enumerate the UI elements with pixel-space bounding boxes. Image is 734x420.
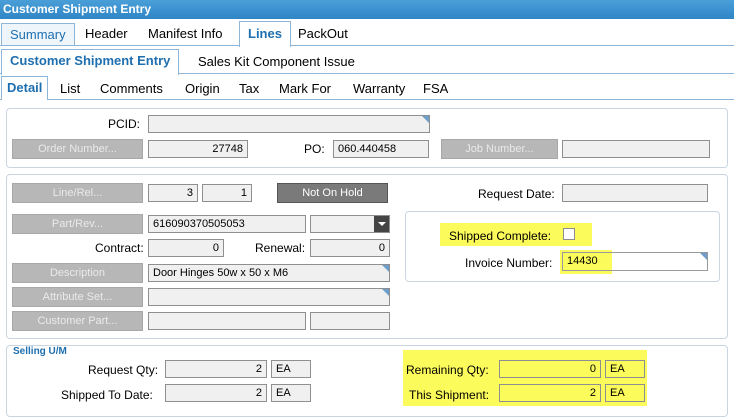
request-qty-um[interactable]: EA: [271, 360, 311, 378]
tab-summary[interactable]: Summary: [1, 23, 75, 45]
renewal-label: Renewal:: [255, 241, 306, 255]
chevron-down-icon: [378, 222, 386, 226]
order-number-button[interactable]: Order Number...: [12, 139, 143, 159]
tab-customer-shipment-entry[interactable]: Customer Shipment Entry: [1, 49, 180, 75]
pcid-label: PCID:: [108, 117, 141, 131]
contract-label: Contract:: [95, 241, 144, 255]
invoice-number-input[interactable]: 14430: [562, 252, 708, 271]
request-date-input[interactable]: [562, 184, 708, 202]
contract-input[interactable]: 0: [148, 239, 224, 257]
tab-header[interactable]: Header: [77, 23, 136, 45]
order-number-input[interactable]: 27748: [148, 140, 248, 158]
request-qty-input[interactable]: 2: [165, 360, 267, 378]
invoice-number-value: 14430: [567, 255, 598, 267]
tab-lines[interactable]: Lines: [239, 21, 291, 47]
shipped-to-date-input[interactable]: 2: [165, 384, 267, 402]
release-input[interactable]: 1: [202, 184, 252, 202]
tab-comments[interactable]: Comments: [92, 78, 171, 100]
po-input[interactable]: 060.440458: [333, 140, 429, 158]
shipped-to-date-label: Shipped To Date:: [61, 388, 153, 402]
this-shipment-input[interactable]: 2: [499, 384, 601, 402]
job-number-input[interactable]: [562, 140, 710, 158]
this-shipment-um[interactable]: EA: [605, 384, 645, 402]
tab-origin[interactable]: Origin: [177, 78, 228, 100]
this-shipment-label: This Shipment:: [409, 388, 490, 402]
revision-dropdown-button[interactable]: [374, 216, 389, 232]
pcid-input[interactable]: [148, 115, 430, 133]
tab-detail[interactable]: Detail: [1, 76, 49, 100]
shipped-complete-label: Shipped Complete:: [449, 229, 552, 243]
hold-status-button[interactable]: Not On Hold: [277, 183, 388, 203]
tab-tax[interactable]: Tax: [231, 78, 267, 100]
shipped-complete-checkbox[interactable]: [563, 228, 575, 240]
selling-um-title: Selling U/M: [13, 346, 67, 357]
tab-mark-for[interactable]: Mark For: [271, 78, 339, 100]
request-qty-label: Request Qty:: [88, 363, 159, 377]
customer-part-input[interactable]: [148, 312, 306, 330]
window-title: Customer Shipment Entry: [0, 0, 734, 19]
remaining-qty-input[interactable]: 0: [499, 360, 601, 378]
tab-manifest-info[interactable]: Manifest Info: [140, 23, 230, 45]
line-input[interactable]: 3: [148, 184, 198, 202]
attribute-set-button[interactable]: Attribute Set...: [12, 287, 143, 307]
attribute-set-input[interactable]: [148, 288, 390, 306]
renewal-input[interactable]: 0: [310, 239, 390, 257]
po-label: PO:: [304, 142, 325, 156]
customer-part-rev-input[interactable]: [310, 312, 390, 330]
tab-fsa[interactable]: FSA: [415, 78, 456, 100]
part-number-input[interactable]: 616090370505053: [148, 215, 306, 233]
part-rev-button[interactable]: Part/Rev...: [12, 214, 143, 234]
description-input[interactable]: Door Hinges 50w x 50 x M6: [148, 264, 390, 282]
remaining-qty-label: Remaining Qty:: [406, 363, 489, 377]
request-date-label: Request Date:: [478, 187, 555, 201]
tab-packout[interactable]: PackOut: [290, 23, 356, 45]
customer-part-button[interactable]: Customer Part...: [12, 311, 143, 331]
description-button[interactable]: Description: [12, 263, 143, 283]
invoice-number-label: Invoice Number:: [465, 256, 553, 270]
tab-sales-kit-component-issue[interactable]: Sales Kit Component Issue: [190, 51, 363, 73]
tab-warranty[interactable]: Warranty: [345, 78, 413, 100]
line-rel-button[interactable]: Line/Rel...: [12, 183, 143, 203]
tab-list[interactable]: List: [52, 78, 88, 100]
revision-dropdown[interactable]: [310, 215, 390, 233]
shipped-to-date-um[interactable]: EA: [271, 384, 311, 402]
remaining-qty-um[interactable]: EA: [605, 360, 645, 378]
job-number-button[interactable]: Job Number...: [441, 139, 558, 159]
